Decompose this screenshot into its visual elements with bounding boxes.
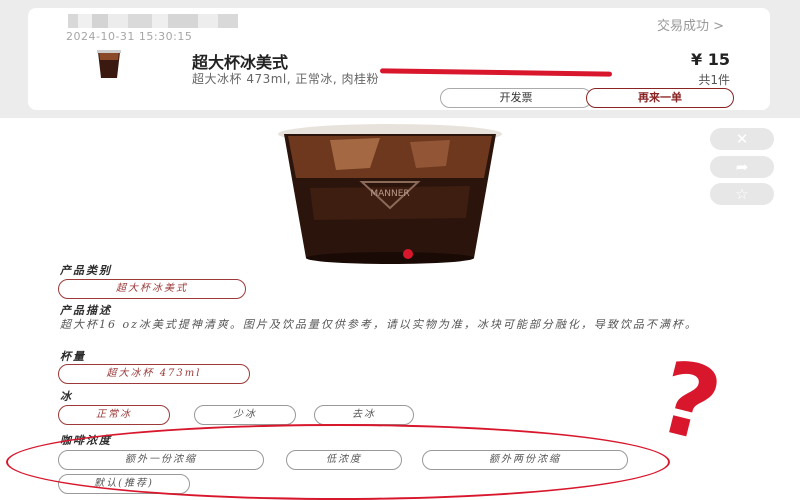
product-image: MANNER [278, 124, 502, 264]
reorder-button[interactable]: 再来一单 [586, 88, 734, 108]
ice-option-none[interactable]: 去冰 [314, 405, 414, 425]
ice-option-normal[interactable]: 正常冰 [58, 405, 170, 425]
product-thumbnail [97, 50, 121, 78]
star-icon: ☆ [735, 185, 749, 203]
order-status-link[interactable]: 交易成功 > [657, 15, 724, 34]
description-title: 产品描述 [60, 304, 112, 317]
close-icon: ✕ [735, 130, 749, 148]
favorite-button[interactable]: ☆ [710, 183, 774, 205]
order-quantity: 共1件 [698, 73, 730, 87]
category-option[interactable]: 超大杯冰美式 [58, 279, 246, 299]
ice-title: 冰 [60, 390, 73, 403]
close-button[interactable]: ✕ [710, 128, 774, 150]
product-spec: 超大冰杯 473ml, 正常冰, 肉桂粉 [192, 72, 380, 86]
share-icon: ➦ [735, 158, 749, 176]
category-title: 产品类别 [60, 264, 112, 277]
cup-option[interactable]: 超大冰杯 473ml [58, 364, 250, 384]
invoice-button[interactable]: 开发票 [440, 88, 592, 108]
order-card: 2024-10-31 15:30:15 交易成功 > 超大杯冰美式 超大冰杯 4… [28, 8, 770, 110]
cup-title: 杯量 [60, 350, 86, 363]
circle-annotation [6, 424, 670, 500]
brand-logo-text: MANNER [370, 189, 409, 199]
ice-option-less[interactable]: 少冰 [194, 405, 296, 425]
order-datetime: 2024-10-31 15:30:15 [66, 30, 193, 43]
description-text: 超大杯16 oz冰美式提神清爽。图片及饮品量仅供参考，请以实物为准，冰块可能部分… [60, 318, 698, 331]
order-price: ¥ 15 [691, 50, 730, 69]
redacted-store-name [68, 14, 238, 28]
share-button[interactable]: ➦ [710, 156, 774, 178]
